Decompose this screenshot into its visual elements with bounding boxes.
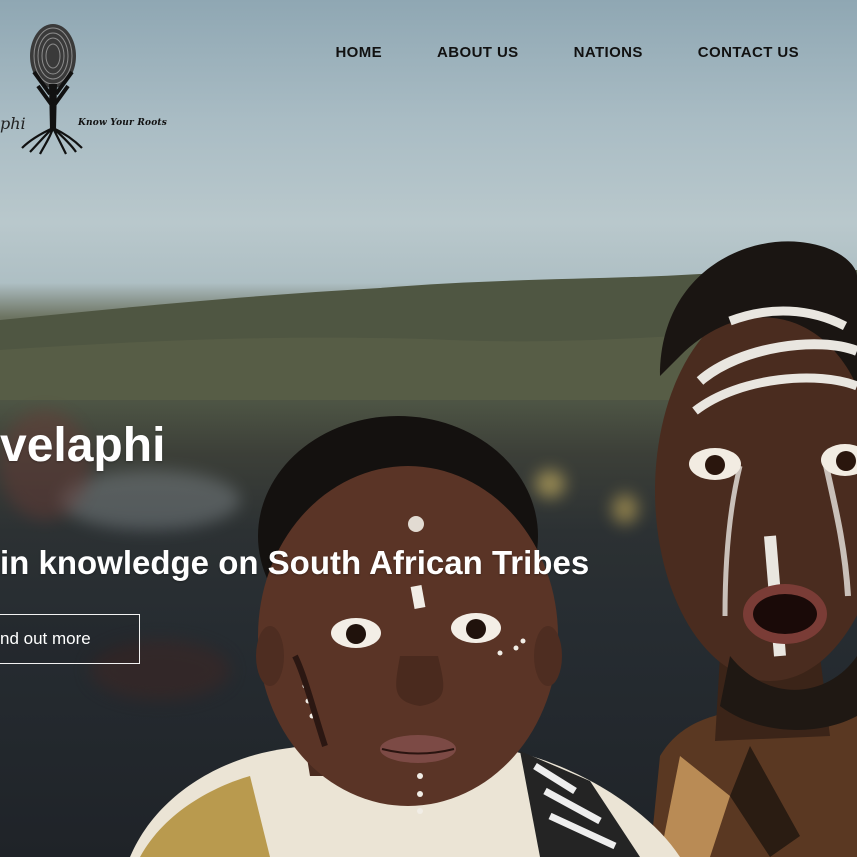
child-with-face-paint [130, 416, 680, 857]
tree-logo-icon [21, 24, 83, 155]
find-out-more-button[interactable]: nd out more [0, 614, 140, 664]
nav-about-us-link[interactable]: ABOUT US [437, 44, 519, 61]
site-logo[interactable]: phi Know Your Roots [0, 22, 170, 157]
hero-subtitle: in knowledge on South African Tribes [0, 544, 590, 581]
hero-banner: phi Know Your Roots HOME ABOUT US NATION… [0, 0, 857, 857]
site-header: phi Know Your Roots HOME ABOUT US NATION… [0, 0, 857, 170]
main-navigation: HOME ABOUT US NATIONS CONTACT US [335, 44, 799, 61]
find-out-more-label: nd out more [0, 629, 91, 648]
nav-contact-us-link[interactable]: CONTACT US [698, 44, 799, 61]
logo-brand-text: phi [0, 114, 26, 133]
hero-title: velaphi [0, 419, 166, 472]
nav-nations-link[interactable]: NATIONS [574, 44, 643, 61]
nav-home-link[interactable]: HOME [335, 44, 382, 61]
logo-tagline: Know Your Roots [78, 118, 168, 128]
